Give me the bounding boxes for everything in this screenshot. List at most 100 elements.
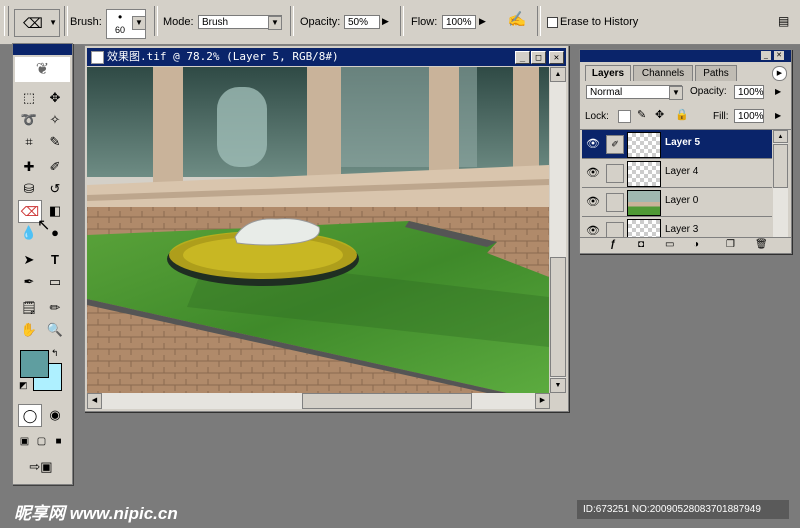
pen-tool-icon[interactable]: ✒	[18, 271, 40, 292]
layer-mask-icon[interactable]: ◘	[638, 239, 644, 250]
path-selection-tool-icon[interactable]: ➤	[18, 249, 40, 270]
horizontal-scrollbar[interactable]: ◀ ▶	[87, 393, 550, 409]
layer-list-scroll-up-icon[interactable]: ▲	[773, 130, 788, 143]
minimize-button[interactable]: _	[515, 51, 530, 64]
layer-opacity-arrow[interactable]: ▶	[775, 87, 781, 96]
layer-style-icon[interactable]: ƒ	[610, 239, 616, 250]
feather-logo-icon[interactable]: ❦	[15, 57, 70, 82]
fill-arrow[interactable]: ▶	[775, 111, 781, 120]
scroll-left-arrow[interactable]: ◀	[87, 393, 102, 409]
brush-size: 60	[115, 25, 126, 35]
palette-well-icon[interactable]: ▤	[778, 14, 792, 28]
eye-icon[interactable]: 👁	[585, 136, 601, 152]
horizontal-scroll-thumb[interactable]	[302, 393, 472, 409]
move-tool-icon[interactable]: ✥	[44, 87, 66, 108]
layer-row-layer-5[interactable]: 👁 ✐ Layer 5	[582, 130, 772, 159]
clone-stamp-tool-icon[interactable]: ⛁	[18, 178, 40, 199]
default-colors-icon[interactable]: ◩	[19, 380, 28, 391]
crop-tool-icon[interactable]: ⌗	[18, 131, 40, 152]
eye-icon[interactable]: 👁	[585, 165, 601, 181]
lock-position-icon[interactable]: ✥	[655, 108, 664, 121]
panel-menu-button[interactable]: ▶	[772, 66, 787, 81]
document-title-bar[interactable]: 效果图.tif @ 78.2% (Layer 5, RGB/8#) _ □ ✕	[87, 48, 566, 66]
vertical-scrollbar[interactable]: ▲ ▼	[550, 67, 566, 393]
type-tool-icon[interactable]: T	[44, 249, 66, 270]
flow-slider-arrow[interactable]: ▶	[479, 16, 486, 27]
link-slot[interactable]	[606, 164, 624, 183]
screen-mode-full-menu-icon[interactable]: ▢	[33, 431, 50, 452]
lasso-tool-icon[interactable]: ➰	[18, 109, 40, 130]
link-slot[interactable]	[606, 193, 624, 212]
layer-row-layer-0[interactable]: 👁 Layer 0	[582, 188, 772, 217]
magic-wand-tool-icon[interactable]: ✧	[44, 109, 66, 130]
nipic-logo: 昵享网 www.nipic.cn	[14, 504, 178, 523]
scroll-right-arrow[interactable]: ▶	[535, 393, 550, 409]
layer-list-scroll-thumb[interactable]	[773, 144, 788, 188]
brush-dropdown[interactable]: ▼	[132, 16, 146, 30]
eye-icon[interactable]: 👁	[585, 194, 601, 210]
canvas[interactable]	[87, 67, 549, 393]
toolbox-title-bar	[13, 44, 72, 55]
history-brush-tool-icon[interactable]: ↺	[44, 178, 66, 199]
layers-panel-title-bar[interactable]: _ ✕	[580, 50, 791, 62]
tool-preset-picker[interactable]: ⌫ ▼	[14, 9, 60, 37]
opacity-input[interactable]: 50%	[344, 15, 380, 29]
scroll-down-arrow[interactable]: ▼	[550, 378, 566, 393]
foreground-color-swatch[interactable]	[20, 350, 49, 378]
layer-row-layer-3[interactable]: 👁 Layer 3	[582, 217, 772, 238]
eyedropper-tool-icon[interactable]: ✏	[44, 297, 66, 318]
eye-icon[interactable]: 👁	[585, 223, 601, 238]
new-set-icon[interactable]: ▭	[665, 239, 674, 250]
airbrush-icon[interactable]: ✍	[506, 10, 528, 32]
eraser-icon: ⌫	[23, 15, 43, 31]
blend-mode-select[interactable]: Normal	[586, 85, 682, 99]
vertical-scroll-thumb[interactable]	[550, 257, 566, 377]
lock-label: Lock:	[585, 111, 609, 122]
panel-close-button[interactable]: ✕	[774, 51, 784, 60]
jump-to-imageready-icon[interactable]: ⇨▣	[18, 456, 64, 477]
document-title: 效果图.tif @ 78.2% (Layer 5, RGB/8#)	[107, 50, 339, 63]
lock-all-icon[interactable]: 🔒	[675, 108, 689, 121]
layer-opacity-input[interactable]: 100%	[734, 85, 764, 99]
lock-image-icon[interactable]: ✎	[637, 108, 646, 121]
mode-dropdown-arrow[interactable]: ▼	[268, 16, 282, 30]
tab-paths[interactable]: Paths	[695, 65, 737, 81]
rendering-image	[87, 67, 549, 393]
erase-to-history-checkbox[interactable]	[547, 17, 558, 28]
delete-layer-icon[interactable]: 🗑	[755, 239, 768, 250]
notes-tool-icon[interactable]: 🗒	[18, 297, 40, 318]
layer-list-scrollbar[interactable]: ▲	[773, 130, 788, 238]
scroll-up-arrow[interactable]: ▲	[550, 67, 566, 82]
panel-minimize-button[interactable]: _	[761, 51, 771, 60]
quick-mask-mode-icon[interactable]: ◉	[44, 404, 66, 425]
adjustment-layer-icon[interactable]: ◑	[693, 239, 699, 250]
layer-name: Layer 3	[665, 224, 699, 235]
new-layer-icon[interactable]: ❐	[726, 239, 735, 250]
zoom-tool-icon[interactable]: 🔍	[44, 319, 66, 340]
close-button[interactable]: ✕	[549, 51, 564, 64]
screen-mode-standard-icon[interactable]: ▣	[16, 431, 33, 452]
marquee-tool-icon[interactable]: ⬚	[18, 87, 40, 108]
maximize-button[interactable]: □	[531, 51, 546, 64]
brush-tool-icon[interactable]: ✐	[44, 156, 66, 177]
hand-tool-icon[interactable]: ✋	[18, 319, 40, 340]
tab-channels[interactable]: Channels	[633, 65, 693, 81]
slice-tool-icon[interactable]: ✎	[44, 131, 66, 152]
tab-layers[interactable]: Layers	[585, 65, 631, 81]
opacity-value: 50%	[348, 17, 369, 28]
swap-colors-icon[interactable]: ↰	[51, 348, 59, 359]
flow-input[interactable]: 100%	[442, 15, 476, 29]
fill-input[interactable]: 100%	[734, 109, 764, 123]
blend-mode-dropdown-arrow[interactable]: ▼	[669, 86, 683, 100]
link-slot[interactable]	[606, 222, 624, 238]
layer-thumbnail	[627, 219, 661, 238]
flow-label: Flow:	[411, 16, 438, 28]
healing-brush-tool-icon[interactable]: ✚	[18, 156, 40, 177]
flow-value: 100%	[446, 17, 472, 28]
lock-transparency-icon[interactable]	[618, 110, 631, 123]
shape-tool-icon[interactable]: ▭	[44, 271, 66, 292]
layer-row-layer-4[interactable]: 👁 Layer 4	[582, 159, 772, 188]
screen-mode-full-icon[interactable]: ■	[50, 431, 67, 452]
opacity-slider-arrow[interactable]: ▶	[382, 16, 389, 27]
standard-mode-icon[interactable]: ◯	[18, 404, 42, 427]
